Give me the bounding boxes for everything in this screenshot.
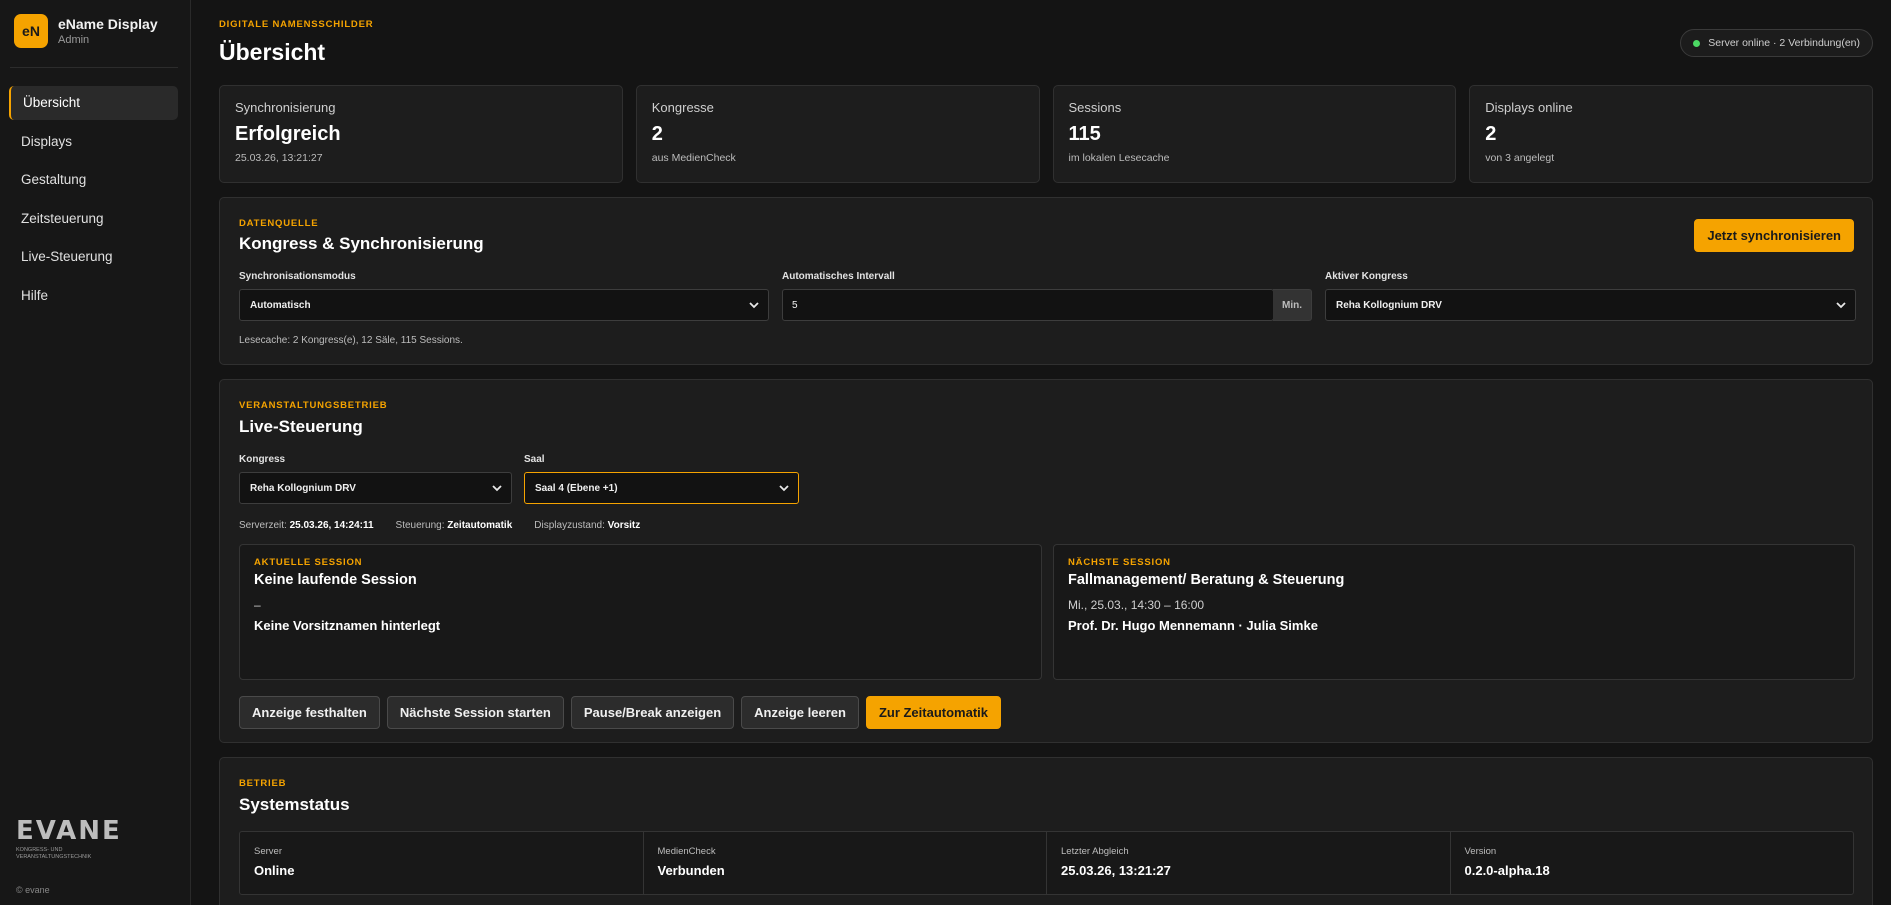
- chevron-down-icon: [779, 485, 789, 492]
- current-session-eyebrow: AKTUELLE SESSION: [254, 557, 363, 568]
- next-session-panel: NÄCHSTE SESSION Fallmanagement/ Beratung…: [1053, 544, 1855, 680]
- sync-title: Kongress & Synchronisierung: [239, 234, 484, 253]
- next-session-names: Prof. Dr. Hugo Mennemann · Julia Simke: [1068, 618, 1318, 633]
- active-congress-select[interactable]: Reha Kollognium DRV: [1325, 289, 1856, 321]
- user-role: Admin: [58, 34, 90, 46]
- page-title: Übersicht: [219, 39, 326, 65]
- system-cell-medienCheck: MedienCheck Verbunden: [644, 832, 1047, 894]
- current-session-names: Keine Vorsitznamen hinterlegt: [254, 618, 441, 633]
- live-congress-select[interactable]: Reha Kollognium DRV: [239, 472, 512, 504]
- stats-row: Synchronisierung Erfolgreich 25.03.26, 1…: [219, 85, 1873, 183]
- nav-item-zeitsteuerung[interactable]: Zeitsteuerung: [9, 202, 178, 236]
- evane-logo: EVANE KONGRESS- UND VERANSTALTUNGSTECHNI…: [16, 816, 122, 860]
- next-session-eyebrow: NÄCHSTE SESSION: [1068, 557, 1171, 568]
- show-pause-button[interactable]: Pause/Break anzeigen: [570, 696, 735, 729]
- interval-unit: Min.: [1273, 289, 1312, 321]
- server-status-text: Server online · 2 Verbindung(en): [1708, 37, 1860, 49]
- live-meta-row: Serverzeit: 25.03.26, 14:24:11 Steuerung…: [239, 520, 640, 531]
- system-cell-version: Version 0.2.0-alpha.18: [1464, 846, 1550, 878]
- chevron-down-icon: [749, 302, 759, 309]
- chevron-down-icon: [1836, 302, 1846, 309]
- sync-now-button[interactable]: Jetzt synchronisieren: [1694, 219, 1854, 252]
- current-session-time: –: [254, 598, 261, 612]
- stat-card-displays: Displays online 2 von 3 angelegt: [1469, 85, 1873, 183]
- system-cell-last-sync: Letzter Abgleich 25.03.26, 13:21:27: [1047, 832, 1451, 894]
- page-eyebrow: DIGITALE NAMENSSCHILDER: [219, 19, 374, 30]
- status-dot-icon: [1693, 39, 1701, 47]
- live-title: Live-Steuerung: [239, 417, 363, 436]
- copyright: © evane: [16, 885, 50, 895]
- nav-item-hilfe[interactable]: Hilfe: [9, 279, 178, 313]
- current-session-panel: AKTUELLE SESSION Keine laufende Session …: [239, 544, 1042, 680]
- interval-input[interactable]: 5: [782, 289, 1274, 321]
- hold-display-button[interactable]: Anzeige festhalten: [239, 696, 380, 729]
- app-name: eName Display: [58, 16, 158, 32]
- stat-card-congresses: Kongresse 2 aus MedienCheck: [635, 85, 1040, 183]
- room-select[interactable]: Saal 4 (Ebene +1): [524, 472, 799, 504]
- start-next-session-button[interactable]: Nächste Session starten: [386, 696, 564, 729]
- stat-card-sync: Synchronisierung Erfolgreich 25.03.26, 1…: [219, 85, 623, 183]
- clear-display-button[interactable]: Anzeige leeren: [741, 696, 859, 729]
- system-status-grid: Server Online MedienCheck Verbunden Letz…: [239, 831, 1854, 895]
- interval-label: Automatisches Intervall: [782, 271, 895, 282]
- nav-item-gestaltung[interactable]: Gestaltung: [9, 163, 178, 197]
- sidebar-nav: Übersicht Displays Gestaltung Zeitsteuer…: [9, 86, 178, 317]
- next-session-time: Mi., 25.03., 14:30 – 16:00: [1068, 598, 1205, 612]
- control-mode: Steuerung: Zeitautomatik: [395, 520, 513, 531]
- live-congress-label: Kongress: [239, 454, 286, 465]
- current-session-title: Keine laufende Session: [254, 572, 417, 588]
- display-state: Displayzustand: Vorsitz: [534, 520, 641, 531]
- server-time: Serverzeit: 25.03.26, 14:24:11: [239, 520, 374, 531]
- sync-card: DATENQUELLE Kongress & Synchronisierung …: [219, 197, 1873, 365]
- room-label: Saal: [524, 454, 545, 465]
- stat-card-sessions: Sessions 115 im lokalen Lesecache: [1052, 85, 1457, 183]
- nav-item-live-steuerung[interactable]: Live-Steuerung: [9, 240, 178, 274]
- app-logo: eN: [14, 14, 48, 48]
- nav-item-displays[interactable]: Displays: [9, 125, 178, 159]
- sync-mode-label: Synchronisationsmodus: [239, 271, 356, 282]
- system-title: Systemstatus: [239, 795, 350, 814]
- system-cell-server: Server Online: [240, 832, 644, 894]
- sidebar: eN eName Display Admin Übersicht Display…: [0, 0, 191, 905]
- sidebar-divider: [10, 67, 178, 68]
- nav-item-uebersicht[interactable]: Übersicht: [9, 86, 178, 120]
- server-status-badge: Server online · 2 Verbindung(en): [1680, 29, 1873, 57]
- system-status-card: BETRIEB Systemstatus Server Online Medie…: [219, 757, 1873, 905]
- next-session-title: Fallmanagement/ Beratung & Steuerung: [1068, 572, 1345, 588]
- system-eyebrow: BETRIEB: [239, 778, 287, 789]
- brand: eN eName Display Admin: [14, 14, 158, 48]
- live-eyebrow: VERANSTALTUNGSBETRIEB: [239, 400, 388, 411]
- sync-mode-select[interactable]: Automatisch: [239, 289, 769, 321]
- active-congress-label: Aktiver Kongress: [1325, 271, 1408, 282]
- live-actions: Anzeige festhalten Nächste Session start…: [239, 696, 1002, 729]
- time-automatic-button[interactable]: Zur Zeitautomatik: [865, 696, 1002, 729]
- sync-eyebrow: DATENQUELLE: [239, 218, 319, 229]
- live-control-card: VERANSTALTUNGSBETRIEB Live-Steuerung Kon…: [219, 379, 1873, 743]
- chevron-down-icon: [492, 485, 502, 492]
- cache-note: Lesecache: 2 Kongress(e), 12 Säle, 115 S…: [239, 335, 463, 346]
